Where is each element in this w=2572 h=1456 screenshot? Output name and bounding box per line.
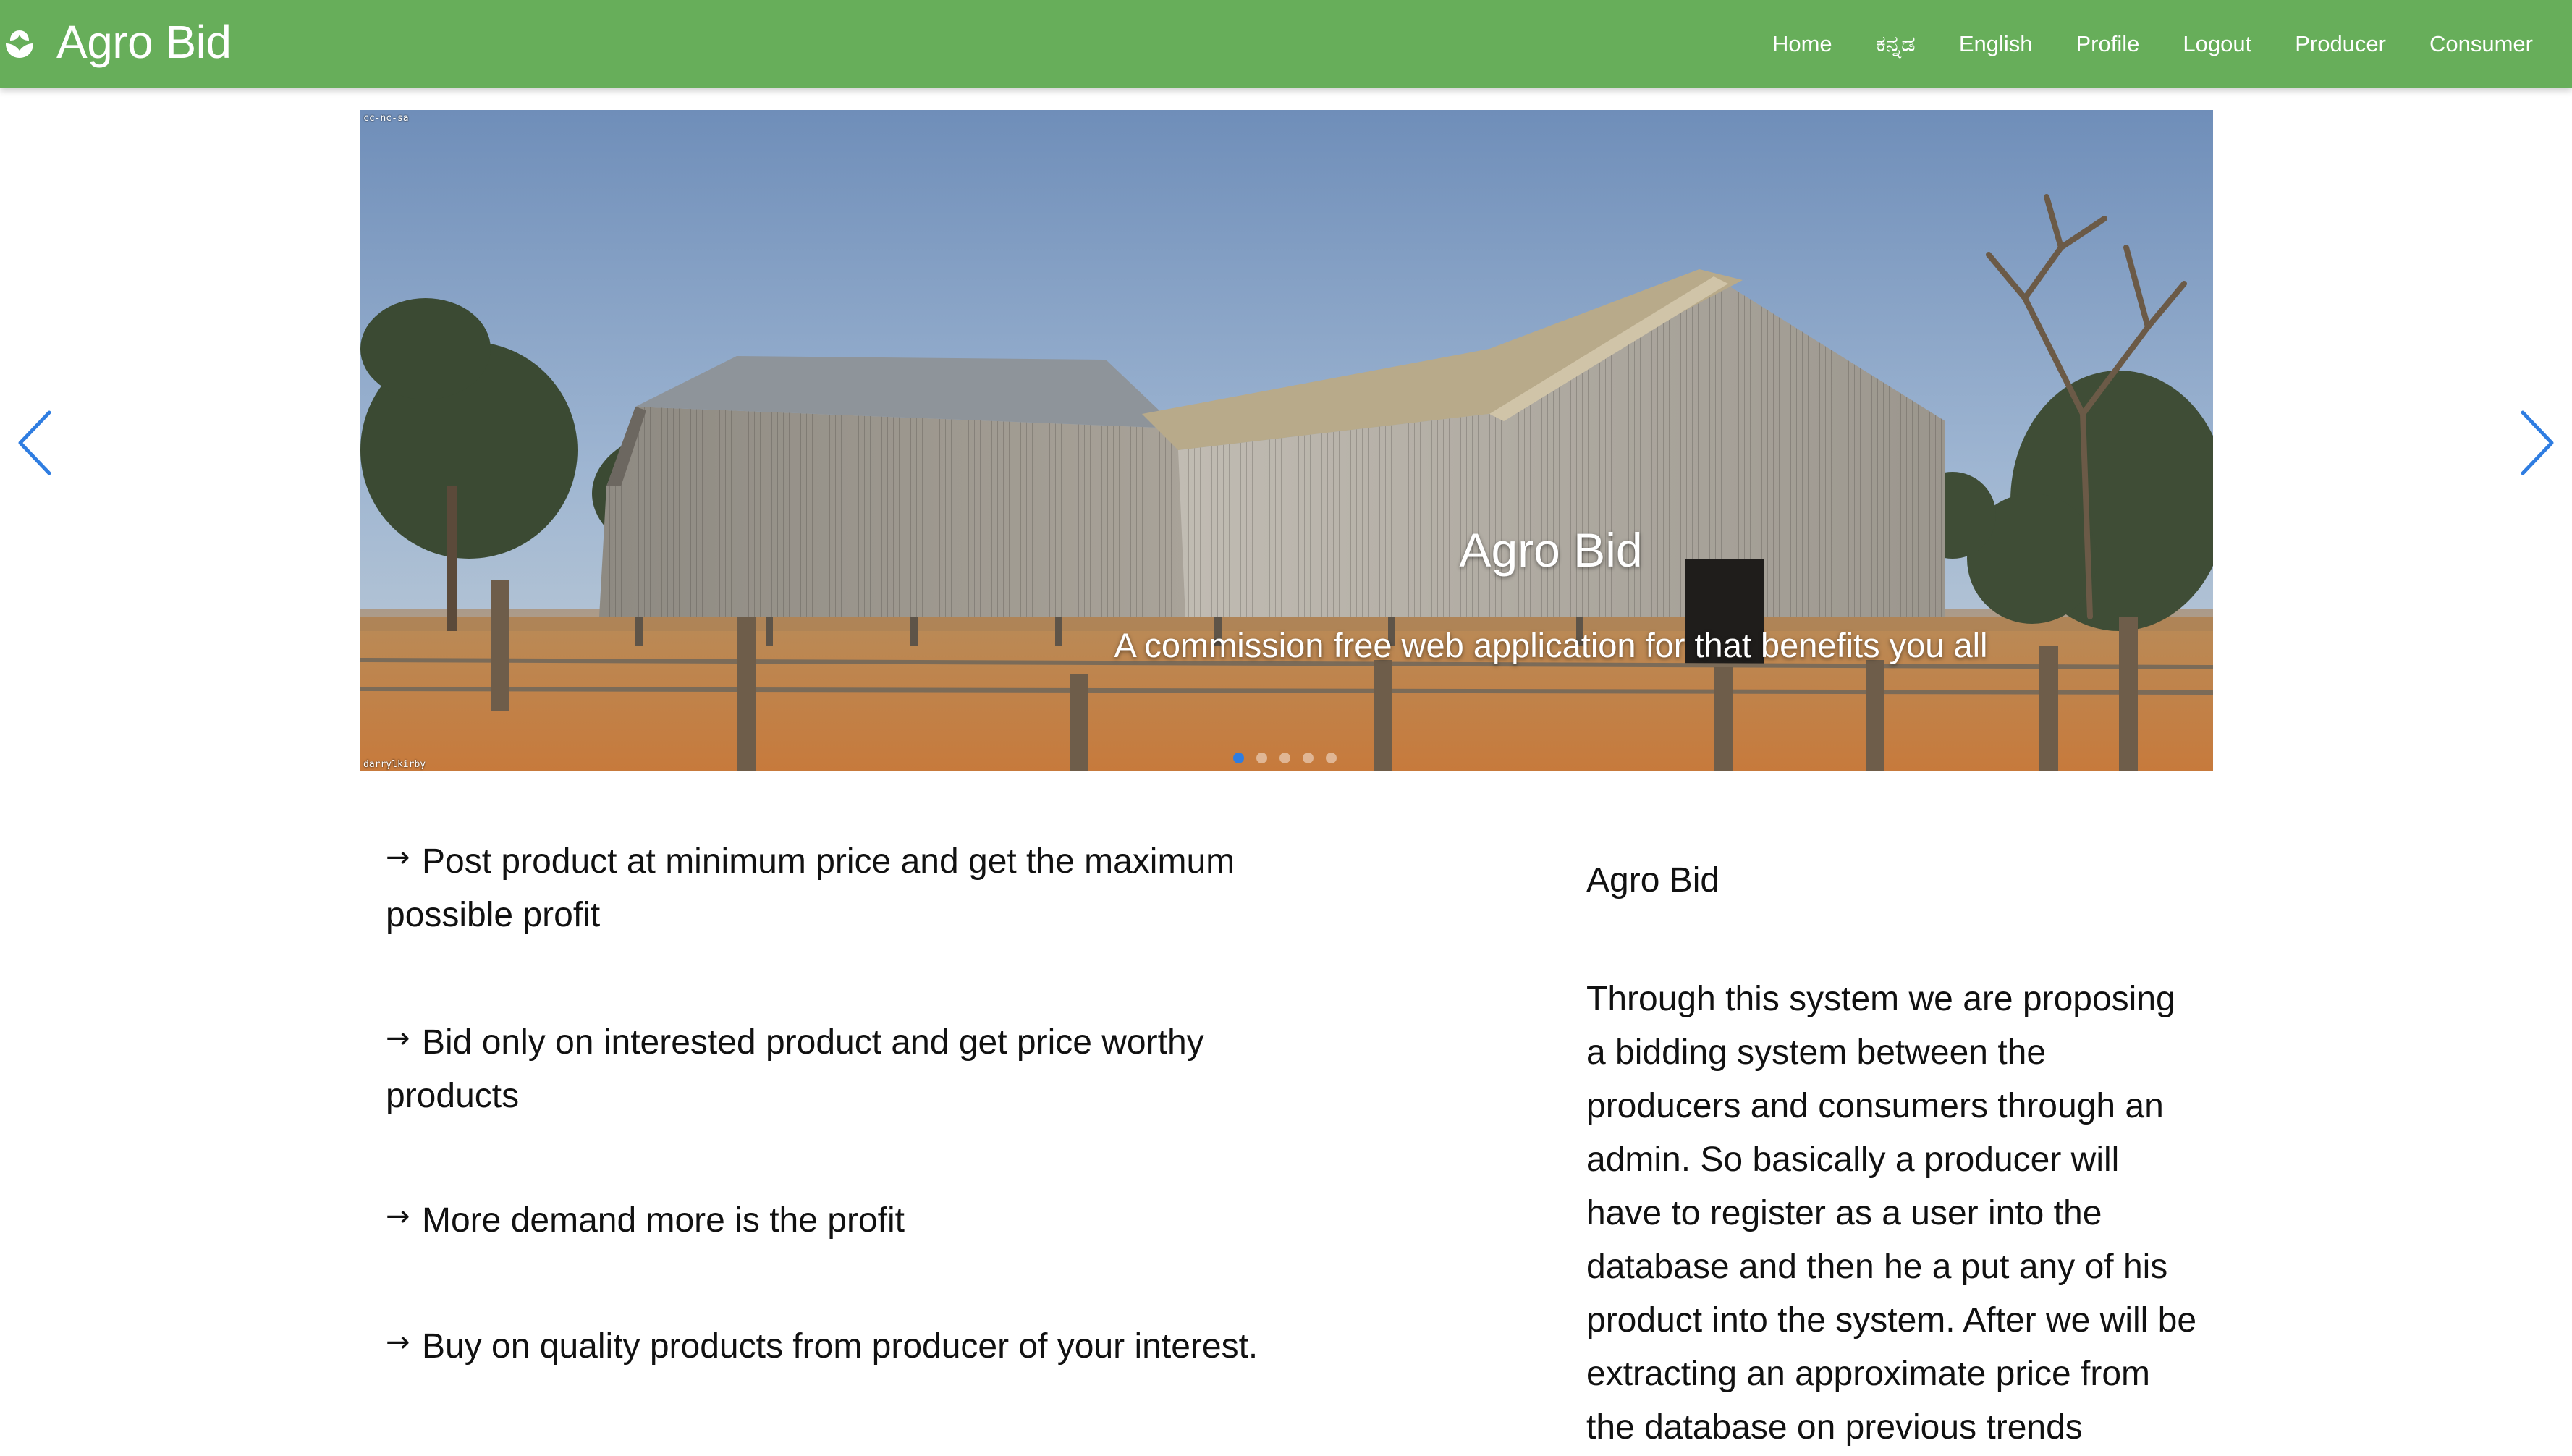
carousel-caption-subtitle: A commission free web application for th…	[1114, 626, 1988, 664]
carousel-slide-image	[360, 110, 2213, 771]
nav-kannada[interactable]: ಕನ್ನಡ	[1854, 31, 1937, 58]
nav-links: Home ಕನ್ನಡ English Profile Logout Produc…	[1751, 0, 2572, 88]
carousel-indicator-5[interactable]	[1326, 753, 1337, 763]
top-navbar: Agro Bid Home ಕನ್ನಡ English Profile Logo…	[0, 0, 2572, 88]
nav-home[interactable]: Home	[1751, 31, 1854, 57]
feature-text: More demand more is the profit	[422, 1201, 905, 1240]
arrow-right-icon: →	[386, 841, 410, 874]
carousel-indicator-2[interactable]	[1256, 753, 1267, 763]
carousel-caption-title: Agro Bid	[1459, 523, 1643, 577]
feature-text: Post product at minimum price and get th…	[386, 842, 1235, 934]
image-watermark-bottom: darrylkirby	[363, 759, 426, 770]
nav-logout[interactable]: Logout	[2161, 31, 2273, 57]
image-watermark-top: cc-nc-sa	[363, 113, 409, 124]
nav-profile[interactable]: Profile	[2055, 31, 2162, 57]
feature-item: → Buy on quality products from producer o…	[386, 1320, 1327, 1374]
sprout-icon	[6, 30, 33, 58]
about-section: Agro Bid Through this system we are prop…	[1586, 854, 2201, 1447]
feature-item: → Bid only on interested product and get …	[386, 1016, 1327, 1123]
feature-item: → More demand more is the profit	[386, 1194, 1327, 1248]
brand-link[interactable]: Agro Bid	[56, 14, 232, 69]
carousel-prev-button[interactable]	[7, 407, 58, 479]
about-title: Agro Bid	[1586, 861, 1720, 900]
carousel-indicator-1[interactable]	[1233, 753, 1244, 763]
nav-english[interactable]: English	[1937, 31, 2055, 57]
arrow-right-icon: →	[386, 1200, 410, 1233]
hero-carousel: cc-nc-sa darrylkirby Agro Bid A commissi…	[360, 110, 2213, 771]
about-text: Through this system we are proposing a b…	[1586, 980, 2197, 1447]
carousel-indicator-3[interactable]	[1279, 753, 1290, 763]
arrow-right-icon: →	[386, 1022, 410, 1055]
nav-producer[interactable]: Producer	[2273, 31, 2408, 57]
arrow-right-icon: →	[386, 1326, 410, 1359]
nav-consumer[interactable]: Consumer	[2408, 31, 2555, 57]
carousel-indicator-4[interactable]	[1303, 753, 1314, 763]
chevron-left-icon	[18, 410, 51, 475]
feature-text: Bid only on interested product and get p…	[386, 1023, 1204, 1115]
feature-text: Buy on quality products from producer of…	[422, 1327, 1258, 1366]
carousel-next-button[interactable]	[2514, 407, 2565, 479]
feature-item: → Post product at minimum price and get t…	[386, 835, 1327, 942]
carousel-indicators	[1233, 753, 1337, 763]
chevron-right-icon	[2521, 410, 2554, 475]
